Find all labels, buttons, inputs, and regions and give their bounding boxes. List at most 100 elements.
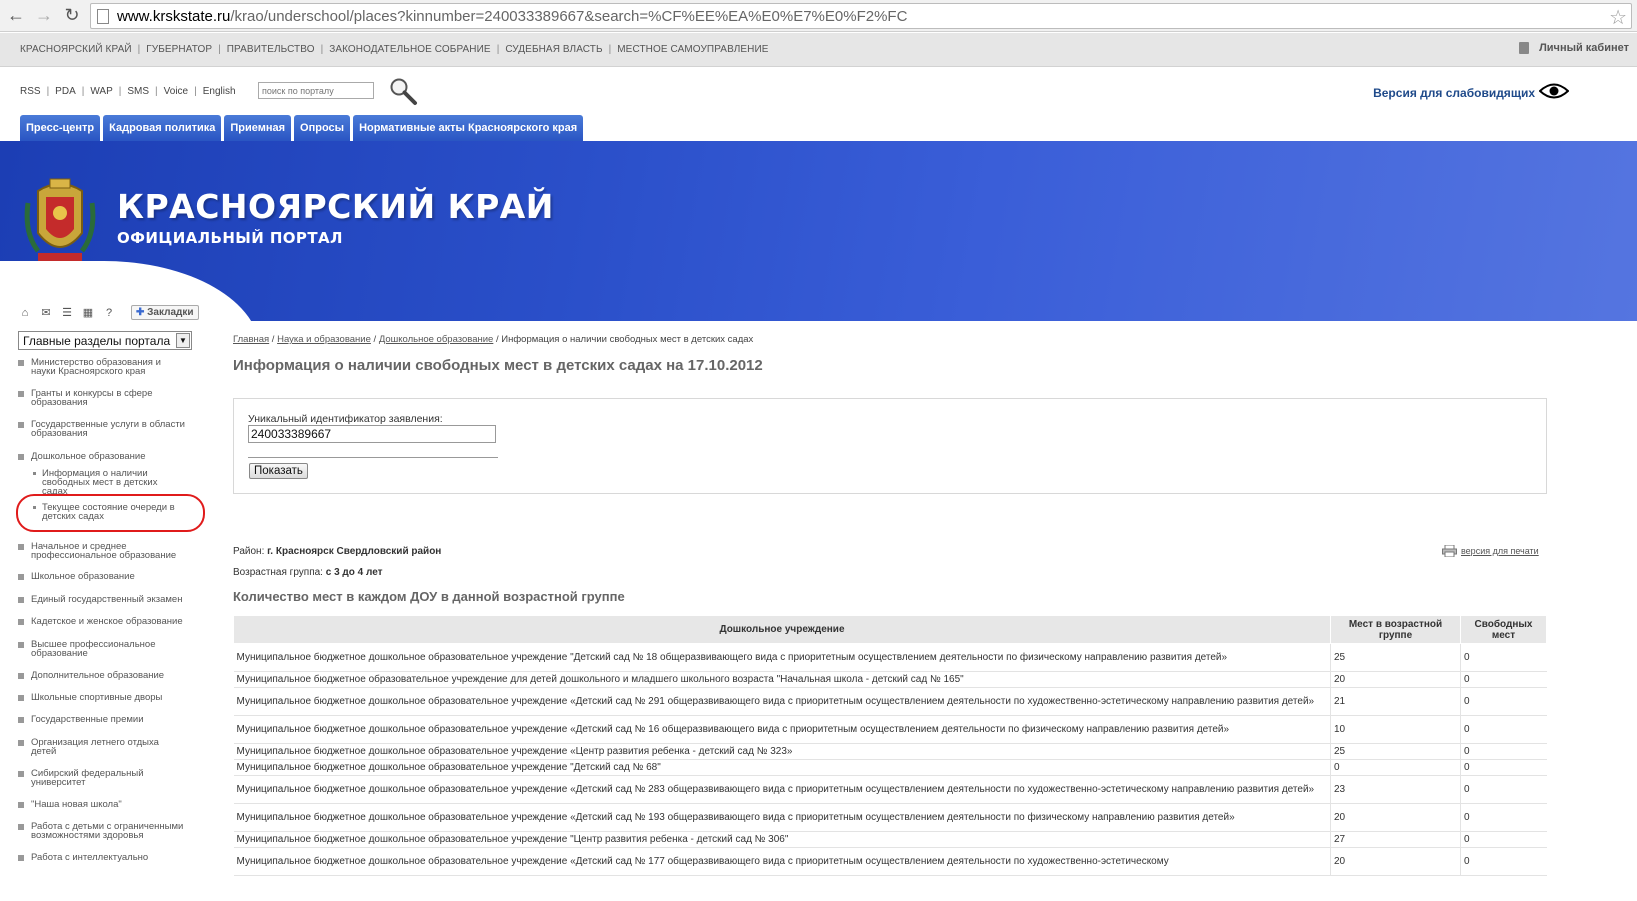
lock-icon xyxy=(1519,42,1530,54)
sidebar-item-cadet[interactable]: Кадетское и женское образование xyxy=(18,617,203,626)
sidebar-item-exam[interactable]: Единый государственный экзамен xyxy=(18,595,203,604)
sidebar-item-state-services[interactable]: Государственные услуги в области образов… xyxy=(18,420,203,438)
places-value: 20 xyxy=(1330,803,1461,832)
free-value: 0 xyxy=(1460,775,1547,804)
free-value: 0 xyxy=(1460,743,1547,760)
institution-name: Муниципальное бюджетное дошкольное образ… xyxy=(233,803,1331,832)
table-row: Муниципальное бюджетное дошкольное образ… xyxy=(233,759,1547,776)
print-version-link[interactable]: версия для печати xyxy=(1442,545,1539,557)
sidebar-toolbar: ⌂ ✉ ☰ ▦ ? ✚ Закладки xyxy=(18,305,199,320)
table-row: Муниципальное бюджетное дошкольное образ… xyxy=(233,803,1547,832)
table-row: Муниципальное бюджетное образовательное … xyxy=(233,671,1547,688)
sidebar-item-sports-yards[interactable]: Школьные спортивные дворы xyxy=(18,693,203,702)
tab-normative-acts[interactable]: Нормативные акты Красноярского края xyxy=(353,115,584,141)
top-nav-item-government[interactable]: ПРАВИТЕЛЬСТВО xyxy=(227,44,315,55)
sidebar-item-preschool[interactable]: Дошкольное образование xyxy=(18,452,203,461)
sitemap-icon[interactable]: ☰ xyxy=(60,307,74,319)
sidebar-item-grants[interactable]: Гранты и конкурсы в сфере образования xyxy=(18,389,178,407)
column-header-free: Свободных мест xyxy=(1460,615,1547,644)
show-button[interactable]: Показать xyxy=(249,463,308,479)
personal-cabinet-label: Личный кабинет xyxy=(1539,42,1629,54)
page-icon xyxy=(97,8,109,24)
top-nav-item-judicial[interactable]: СУДЕБНАЯ ВЛАСТЬ xyxy=(505,44,602,55)
free-value: 0 xyxy=(1460,803,1547,832)
plus-icon: ✚ xyxy=(136,307,148,318)
free-value: 0 xyxy=(1460,671,1547,688)
bookmark-star-icon[interactable]: ☆ xyxy=(1609,5,1627,30)
breadcrumb-science[interactable]: Наука и образование xyxy=(277,334,371,345)
agegroup-label: Возрастная группа: xyxy=(233,567,323,578)
sidebar-item-additional[interactable]: Дополнительное образование xyxy=(18,671,203,680)
top-nav-item-krai[interactable]: КРАСНОЯРСКИЙ КРАЙ xyxy=(20,44,132,55)
institution-name: Муниципальное бюджетное дошкольное образ… xyxy=(233,643,1331,672)
util-link-sms[interactable]: SMS xyxy=(127,86,149,97)
application-id-input[interactable] xyxy=(248,425,496,443)
institution-name: Муниципальное бюджетное дошкольное образ… xyxy=(233,775,1331,804)
reload-icon[interactable]: ↻ xyxy=(60,4,84,28)
sidebar-item-vocational[interactable]: Начальное и среднее профессиональное обр… xyxy=(18,542,193,560)
sidebar-item-higher[interactable]: Высшее профессиональное образование xyxy=(18,640,168,658)
portal-search-input[interactable] xyxy=(258,82,374,99)
sidebar-item-summer-rest[interactable]: Организация летнего отдыха детей xyxy=(18,738,178,756)
util-link-wap[interactable]: WAP xyxy=(90,86,112,97)
application-id-label: Уникальный идентификатор заявления: xyxy=(248,413,443,425)
district-info: Район: г. Красноярск Свердловский район xyxy=(233,546,441,557)
section-tabs: Пресс-центр Кадровая политика Приемная О… xyxy=(20,115,586,141)
bookmarks-label: Закладки xyxy=(147,307,194,318)
forward-icon[interactable]: → xyxy=(32,4,56,28)
sidebar-item-sfu[interactable]: Сибирский федеральный университет xyxy=(18,769,158,787)
portal-sections-select[interactable]: Главные разделы портала ▼ xyxy=(18,331,192,350)
district-value: г. Красноярск Свердловский район xyxy=(267,546,442,557)
font-size-icon[interactable]: ▦ xyxy=(81,307,95,319)
sidebar-item-free-places[interactable]: Информация о наличии свободных мест в де… xyxy=(18,469,183,496)
table-header-row: Дошкольное учреждение Мест в возрастной … xyxy=(233,615,1547,644)
back-icon[interactable]: ← xyxy=(4,4,28,28)
agegroup-info: Возрастная группа: с 3 до 4 лет xyxy=(233,567,383,578)
home-icon[interactable]: ⌂ xyxy=(18,307,32,319)
top-nav-item-local[interactable]: МЕСТНОЕ САМОУПРАВЛЕНИЕ xyxy=(617,44,768,55)
tab-personnel-policy[interactable]: Кадровая политика xyxy=(103,115,222,141)
free-value: 0 xyxy=(1460,759,1547,776)
sidebar-item-ministry[interactable]: Министерство образования и науки Красноя… xyxy=(18,358,178,376)
sidebar-item-new-school[interactable]: "Наша новая школа" xyxy=(18,800,203,809)
portal-sections-value: Главные разделы портала xyxy=(23,333,171,348)
breadcrumb-preschool[interactable]: Дошкольное образование xyxy=(379,334,494,345)
tab-reception[interactable]: Приемная xyxy=(224,115,292,141)
address-bar[interactable]: www.krskstate.ru/krao/underschool/places… xyxy=(90,3,1632,29)
places-value: 10 xyxy=(1330,715,1461,744)
coat-of-arms-icon xyxy=(24,178,96,261)
institution-name: Муниципальное бюджетное образовательное … xyxy=(233,671,1331,688)
util-link-voice[interactable]: Voice xyxy=(164,86,188,97)
chevron-down-icon[interactable]: ▼ xyxy=(176,333,190,348)
highlight-annotation xyxy=(16,494,205,532)
url-host: www.krskstate.ru xyxy=(117,7,231,25)
table-row: Муниципальное бюджетное дошкольное образ… xyxy=(233,743,1547,760)
sidebar-item-state-awards[interactable]: Государственные премии xyxy=(18,715,203,724)
tab-polls[interactable]: Опросы xyxy=(294,115,351,141)
institution-name: Муниципальное бюджетное дошкольное образ… xyxy=(233,687,1331,716)
institution-name: Муниципальное бюджетное дошкольное образ… xyxy=(233,715,1331,744)
magnifier-icon[interactable] xyxy=(388,76,418,106)
low-vision-version-link[interactable]: Версия для слабовидящих xyxy=(1373,86,1535,100)
personal-cabinet-link[interactable]: Личный кабинет xyxy=(1519,42,1629,54)
eye-icon[interactable] xyxy=(1539,82,1569,100)
utility-links: RSS | PDA | WAP | SMS | Voice | English xyxy=(20,86,236,97)
mail-icon[interactable]: ✉ xyxy=(39,307,53,319)
sidebar-item-disabilities[interactable]: Работа с детьми с ограниченными возможно… xyxy=(18,822,193,840)
bookmarks-button[interactable]: ✚ Закладки xyxy=(131,305,199,320)
breadcrumb: Главная / Наука и образование / Дошкольн… xyxy=(233,334,754,345)
util-link-pda[interactable]: PDA xyxy=(55,86,76,97)
top-nav-item-assembly[interactable]: ЗАКОНОДАТЕЛЬНОЕ СОБРАНИЕ xyxy=(329,44,491,55)
sidebar-item-gifted[interactable]: Работа с интеллектуально xyxy=(18,853,203,862)
top-nav-item-governor[interactable]: ГУБЕРНАТОР xyxy=(146,44,212,55)
sidebar-item-school[interactable]: Школьное образование xyxy=(18,572,203,581)
util-link-english[interactable]: English xyxy=(203,86,236,97)
form-divider xyxy=(248,457,498,458)
url-path: /krao/underschool/places?kinnumber=24003… xyxy=(230,7,908,25)
util-link-rss[interactable]: RSS xyxy=(20,86,41,97)
free-value: 0 xyxy=(1460,715,1547,744)
breadcrumb-home[interactable]: Главная xyxy=(233,334,269,345)
help-icon[interactable]: ? xyxy=(102,307,116,319)
tab-press-center[interactable]: Пресс-центр xyxy=(20,115,101,141)
breadcrumb-current: Информация о наличии свободных мест в де… xyxy=(501,334,754,345)
